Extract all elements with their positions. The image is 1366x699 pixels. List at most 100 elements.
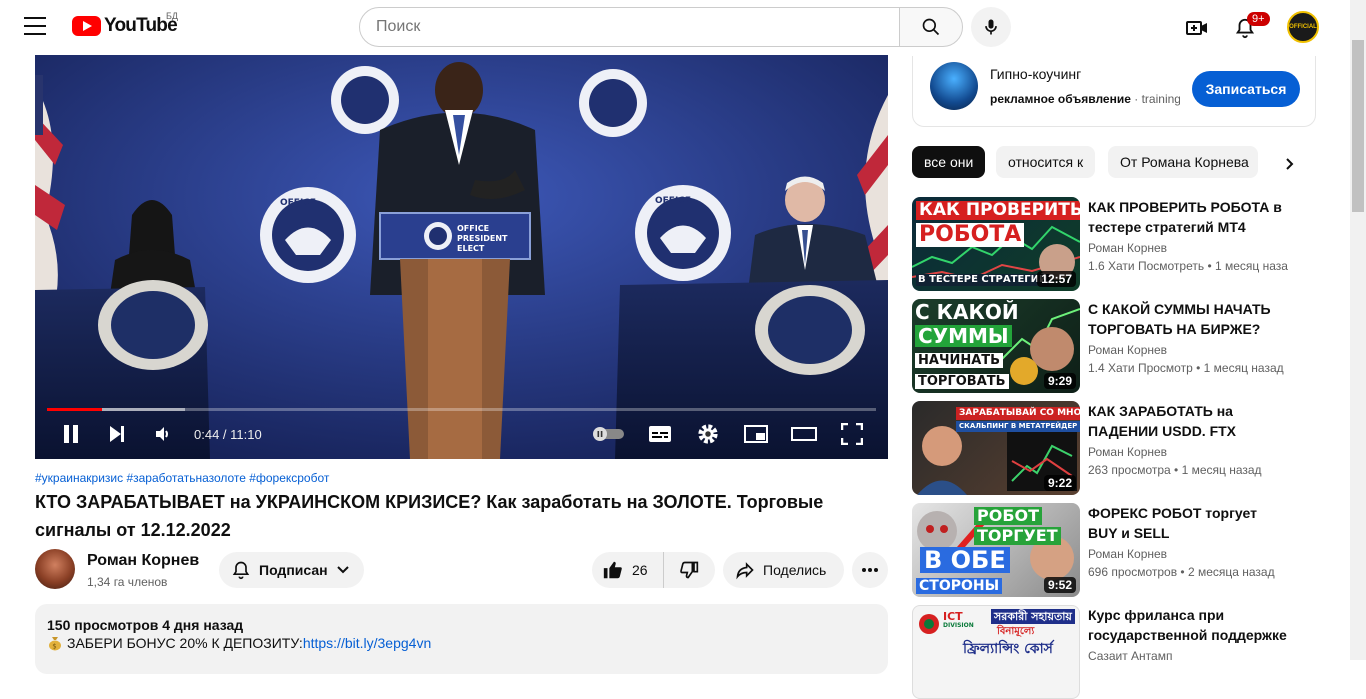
thumb-text: СТОРОНЫ <box>916 578 1003 594</box>
ad-title[interactable]: Гипно-коучинг <box>990 66 1081 82</box>
recommended-video[interactable]: РОБОТ ТОРГУЕТ В ОБЕ СТОРОНЫ 9:52 ФОРЕКС … <box>912 503 1316 597</box>
volume-button[interactable] <box>149 419 177 449</box>
channel-avatar[interactable] <box>35 549 75 589</box>
ad-card[interactable]: Гипно-коучинг рекламное объявление · tra… <box>912 56 1316 127</box>
dislike-button[interactable] <box>664 552 714 588</box>
youtube-play-icon <box>72 16 101 36</box>
create-button[interactable] <box>1180 11 1214 45</box>
country-code: БД <box>166 11 179 21</box>
gear-icon <box>698 424 718 444</box>
video-thumbnail[interactable]: КАК ПРОВЕРИТЬ РОБОТА В ТЕСТЕРЕ СТРАТЕГИЙ… <box>912 197 1080 291</box>
video-duration: 9:22 <box>1043 475 1076 491</box>
video-title: КТО ЗАРАБАТЫВАЕТ на УКРАИНСКОМ КРИЗИСЕ? … <box>35 492 824 540</box>
account-avatar[interactable]: OFFICIAL <box>1287 11 1319 43</box>
thumb-text: В ТЕСТЕРЕ СТРАТЕГИЙ <box>916 274 1050 286</box>
volume-icon <box>156 427 168 441</box>
description-link[interactable]: https://bit.ly/3epg4vn <box>303 635 431 651</box>
next-icon <box>110 426 124 442</box>
ict-logo-icon <box>919 614 939 634</box>
chip-from-channel[interactable]: От Романа Корнева <box>1108 146 1258 178</box>
video-thumbnail[interactable]: РОБОТ ТОРГУЕТ В ОБЕ СТОРОНЫ 9:52 <box>912 503 1080 597</box>
channel-name[interactable]: Сазаит Антамп <box>1088 649 1172 663</box>
channel-name[interactable]: Роман Корнев <box>1088 445 1167 459</box>
create-video-icon <box>1186 21 1207 35</box>
video-title[interactable]: Курс фриланса при государственной поддер… <box>1088 605 1288 645</box>
sign-office-2: OFFICE <box>655 196 691 206</box>
podium-text-office: OFFICE <box>457 224 489 233</box>
thumb-text: DIVISION <box>943 622 974 629</box>
thumb-text: НАЧИНАТЬ <box>915 353 1004 368</box>
theater-mode-button[interactable] <box>790 419 818 449</box>
video-thumbnail[interactable]: ЗАРАБАТЫВАЙ СО МНОЙ СКАЛЬПИНГ В МЕТАТРЕЙ… <box>912 401 1080 495</box>
chips-next-button[interactable] <box>1276 150 1304 178</box>
like-button[interactable]: 26 <box>592 552 664 588</box>
time-display: 0:44 / 11:10 <box>194 427 262 442</box>
channel-name[interactable]: Роман Корнев <box>1088 547 1167 561</box>
share-label: Поделись <box>763 562 827 578</box>
channel-name[interactable]: Роман Корнев <box>87 552 199 570</box>
miniplayer-button[interactable] <box>742 419 770 449</box>
recommended-video[interactable]: ЗАРАБАТЫВАЙ СО МНОЙ СКАЛЬПИНГ В МЕТАТРЕЙ… <box>912 401 1316 495</box>
chevron-down-icon <box>336 566 349 574</box>
thumbs-down-icon <box>680 561 699 579</box>
recommended-video[interactable]: ICT DIVISION সরকারী সহায়তায় বিনামূল্যে… <box>912 605 1316 699</box>
video-title[interactable]: КАК ПРОВЕРИТЬ РОБОТА в тестере стратегий… <box>1088 197 1288 237</box>
thumb-text: С КАКОЙ <box>915 300 1019 324</box>
pause-button[interactable] <box>57 419 85 449</box>
chip-all[interactable]: все они <box>912 146 986 178</box>
channel-name[interactable]: Роман Корнев <box>1088 343 1167 357</box>
thumb-text: ЗАРАБАТЫВАЙ СО МНОЙ <box>956 407 1080 420</box>
chip-related[interactable]: относится к <box>996 146 1096 178</box>
thumb-text: РОБОТА <box>916 223 1025 247</box>
thumb-text: В ОБЕ <box>920 547 1010 573</box>
video-duration: 12:57 <box>1037 271 1076 287</box>
advertiser-logo <box>930 62 978 110</box>
video-title[interactable]: ФОРЕКС РОБОТ торгует BUY и SELL ОДНОВРЕМ… <box>1088 503 1288 543</box>
thumb-text: РОБОТ <box>974 507 1043 525</box>
bell-icon <box>232 561 250 580</box>
subtitles-icon <box>649 426 671 442</box>
video-meta: 696 просмотров • 2 месяца назад <box>1088 565 1275 579</box>
more-icon <box>862 568 878 572</box>
menu-icon[interactable] <box>24 17 46 35</box>
search-input[interactable] <box>359 7 900 47</box>
ad-cta-button[interactable]: Записаться <box>1192 71 1300 107</box>
fullscreen-button[interactable] <box>838 419 866 449</box>
miniplayer-icon <box>744 425 768 443</box>
thumb-text: СКАЛЬПИНГ В МЕТАТРЕЙДЕР <box>956 421 1080 432</box>
channel-name[interactable]: Роман Корнев <box>1088 241 1167 255</box>
recommended-video[interactable]: С КАКОЙ СУММЫ НАЧИНАТЬ ТОРГОВАТЬ 9:29 С … <box>912 299 1316 393</box>
hashtags[interactable]: #украинакризис #заработатьназолоте #форе… <box>35 471 329 485</box>
thumb-text: ТОРГУЕТ <box>974 527 1061 545</box>
search-button[interactable] <box>899 7 963 47</box>
video-thumbnail[interactable]: С КАКОЙ СУММЫ НАЧИНАТЬ ТОРГОВАТЬ 9:29 <box>912 299 1080 393</box>
pause-icon <box>64 425 78 443</box>
ad-label: рекламное объявление · trainingmarket <box>990 92 1180 106</box>
settings-button[interactable] <box>694 419 722 449</box>
video-title[interactable]: КАК ЗАРАБОТАТЬ на ПАДЕНИИ USDD. FTX СКАЛ… <box>1088 401 1288 441</box>
thumb-text: СУММЫ <box>915 325 1012 347</box>
description-box[interactable]: 150 просмотров 4 дня назад $ ЗАБЕРИ БОНУ… <box>35 604 888 674</box>
recommended-video[interactable]: КАК ПРОВЕРИТЬ РОБОТА В ТЕСТЕРЕ СТРАТЕГИЙ… <box>912 197 1316 291</box>
thumb-text: ТОРГОВАТЬ <box>915 374 1009 389</box>
voice-search-button[interactable] <box>971 7 1011 47</box>
next-button[interactable] <box>103 419 131 449</box>
search-icon <box>922 18 940 36</box>
autoplay-icon <box>593 427 624 441</box>
thumb-text: ফ্রিল্যান্সিং কোর্স <box>963 641 1053 657</box>
share-button[interactable]: Поделись <box>723 552 844 588</box>
more-actions-button[interactable] <box>852 552 888 588</box>
thumb-text: ICT <box>943 610 963 623</box>
description-line: $ ЗАБЕРИ БОНУС 20% К ДЕПОЗИТУ: https://b… <box>47 635 876 651</box>
autoplay-toggle[interactable] <box>588 419 628 449</box>
subscriber-count: 1,34 га членов <box>87 575 168 589</box>
avatar-text: OFFICIAL <box>1289 23 1317 30</box>
subtitles-button[interactable] <box>646 419 674 449</box>
video-title[interactable]: С КАКОЙ СУММЫ НАЧАТЬ ТОРГОВАТЬ НА БИРЖЕ? <box>1088 299 1288 339</box>
video-thumbnail[interactable]: ICT DIVISION সরকারী সহায়তায় বিনামূল্যে… <box>912 605 1080 699</box>
scrollbar-thumb[interactable] <box>1352 40 1364 212</box>
subscribed-button[interactable]: Подписан <box>219 552 364 588</box>
youtube-logo[interactable]: YouTube <box>72 15 178 37</box>
video-player[interactable]: OFFICE OFFICE OFFICE PRESIDENT ELECT 0:4… <box>35 55 888 459</box>
top-bar: YouTube БД 9+ OFFICIAL <box>0 0 1350 55</box>
